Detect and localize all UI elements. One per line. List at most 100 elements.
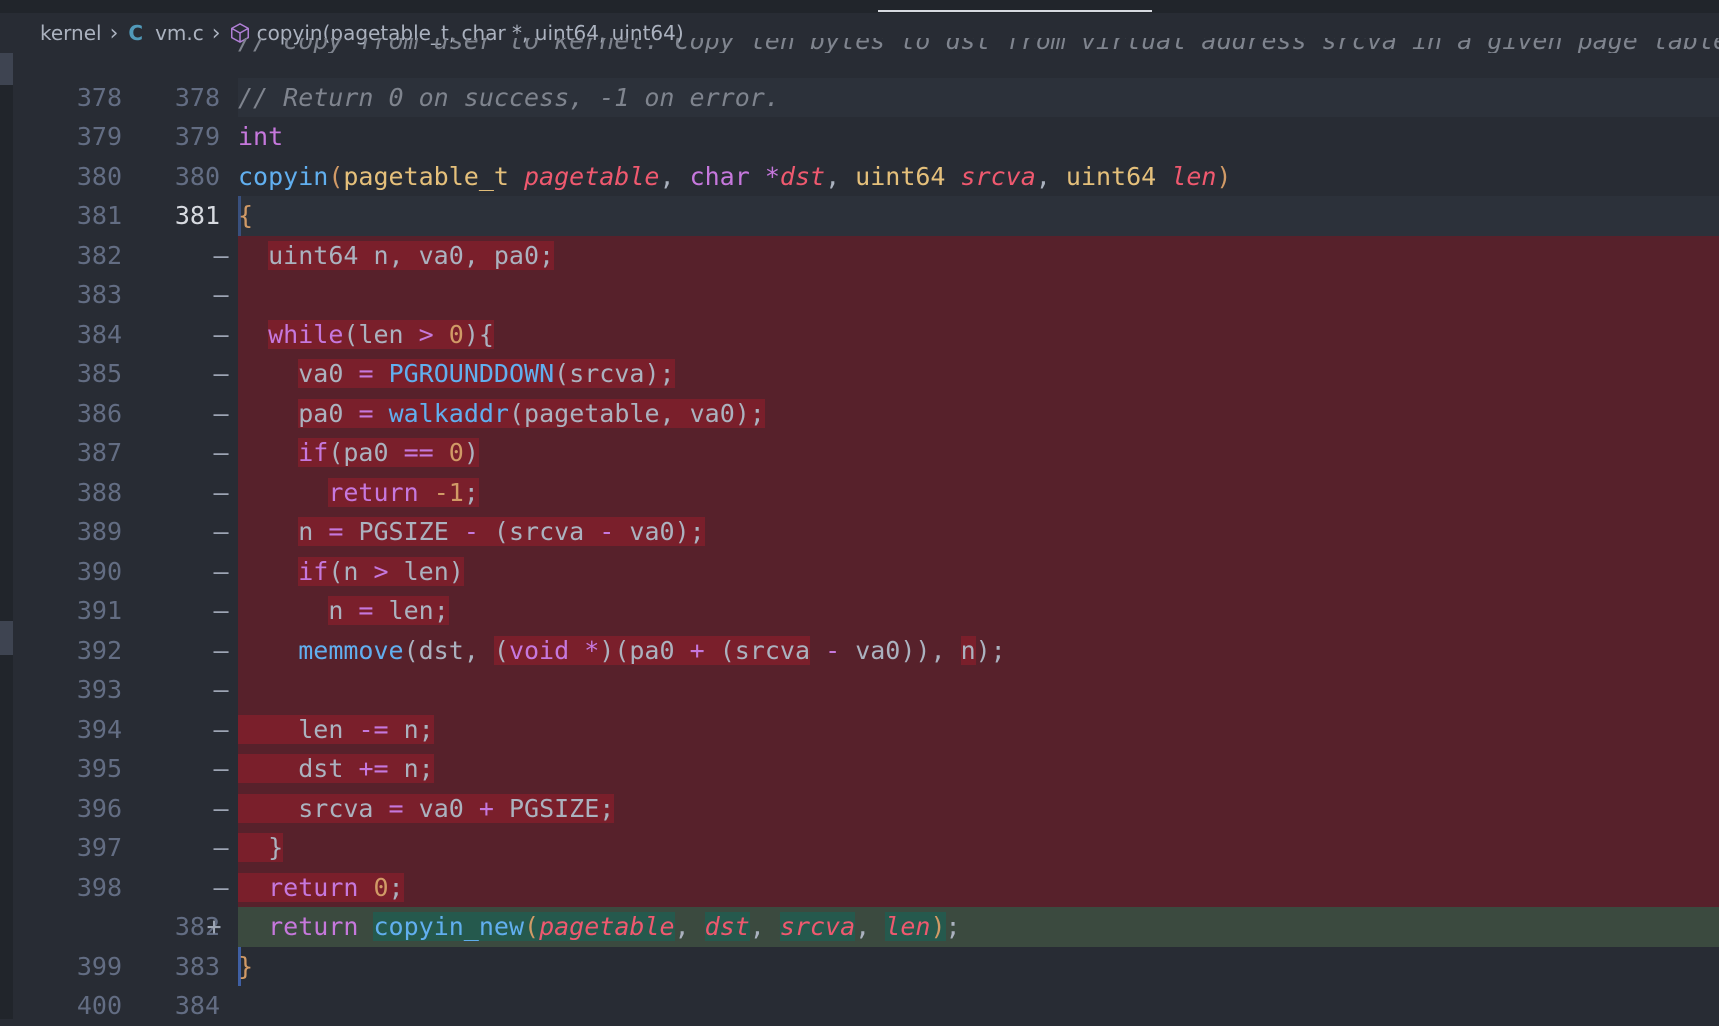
overview-ruler[interactable] — [0, 53, 13, 1019]
original-line-number: 378 — [76, 82, 122, 112]
code-content[interactable]: return 0; — [238, 867, 1719, 907]
deleted-line[interactable]: 391 — n = len; — [13, 591, 1719, 631]
code-token: , — [855, 912, 886, 941]
deleted-line[interactable]: 389 — n = PGSIZE - (srcva - va0); — [13, 512, 1719, 552]
deleted-line[interactable]: 392 — memmove(dst, (void *)(pa0 + (srcva … — [13, 630, 1719, 670]
code-content[interactable]: } — [238, 828, 1719, 868]
code-token: , — [659, 161, 690, 191]
code-token: len — [885, 912, 931, 941]
deleted-line[interactable]: 384 — while(len > 0){ — [13, 314, 1719, 354]
code-content[interactable]: pa0 = walkaddr(pagetable, va0); — [238, 393, 1719, 433]
code-token: (dst, — [403, 635, 494, 665]
code-token: while — [268, 319, 344, 349]
deletion-marker: — — [213, 872, 229, 902]
code-token: srcva — [298, 793, 389, 823]
code-content[interactable]: memmove(dst, (void *)(pa0 + (srcva - va0… — [238, 630, 1719, 670]
original-line-number: 394 — [76, 714, 122, 744]
bracket-match-indicator — [238, 946, 241, 986]
code-content[interactable] — [238, 275, 1719, 315]
original-line-number — [13, 38, 122, 78]
code-token: srcva — [779, 912, 856, 941]
code-token: memmove — [298, 635, 404, 665]
original-line-number: 387 — [76, 438, 122, 467]
code-line[interactable]: 399 383} — [13, 946, 1719, 987]
original-line-number: 388 — [76, 477, 122, 507]
code-token — [433, 319, 449, 349]
original-line-number: 393 — [76, 675, 122, 704]
code-content[interactable]: dst += n; — [238, 749, 1719, 789]
code-line[interactable]: 400 384 — [13, 986, 1719, 1026]
code-content[interactable]: { — [238, 196, 1719, 236]
code-content[interactable]: return copyin_new(pagetable, dst, srcva,… — [238, 907, 1719, 947]
code-line[interactable]: 380 380 copyin(pagetable_t pagetable, char… — [13, 157, 1719, 197]
original-line-number: 390 — [76, 556, 122, 586]
code-content[interactable]: srcva = va0 + PGSIZE; — [238, 788, 1719, 828]
deleted-line[interactable]: 396 — srcva = va0 + PGSIZE; — [13, 788, 1719, 828]
code-content[interactable] — [238, 670, 1719, 710]
code-line[interactable]: // copy from user to kernel. Copy len by… — [13, 38, 1719, 78]
deleted-line[interactable]: 388 — return -1; — [13, 472, 1719, 512]
code-token: ( — [493, 635, 509, 665]
code-content[interactable]: len -= n; — [238, 709, 1719, 749]
deletion-marker: — — [213, 754, 229, 783]
deleted-line[interactable]: 382 — uint64 n, va0, pa0; — [13, 235, 1719, 275]
deletion-marker: — — [213, 359, 229, 388]
scroll-marker — [0, 53, 13, 85]
active-tab-indicator — [878, 10, 1152, 12]
code-token: * — [764, 161, 780, 191]
code-token: - — [599, 517, 615, 546]
code-line[interactable]: 381 381 { — [13, 196, 1719, 236]
code-token: (srcva — [478, 517, 600, 546]
code-token: // copy from user to kernel. Copy len by… — [238, 38, 1719, 53]
original-line-number: 397 — [76, 833, 122, 862]
code-content[interactable] — [238, 986, 1719, 1026]
diff-editor[interactable]: // copy from user to kernel. Copy len by… — [13, 38, 1719, 1020]
original-line-number: 400 — [76, 991, 122, 1020]
code-content[interactable]: copyin(pagetable_t pagetable, char *dst,… — [238, 157, 1719, 197]
code-token: pagetable — [524, 161, 660, 191]
code-content[interactable]: n = len; — [238, 591, 1719, 631]
code-content[interactable]: n = PGSIZE - (srcva - va0); — [238, 512, 1719, 552]
deleted-line[interactable]: 398 — return 0; — [13, 867, 1719, 907]
code-content[interactable]: uint64 n, va0, pa0; — [238, 235, 1719, 275]
code-content[interactable]: va0 = PGROUNDDOWN(srcva); — [238, 354, 1719, 394]
deleted-line[interactable]: 383 — — [13, 275, 1719, 315]
code-token: (n — [328, 556, 374, 586]
original-line-number: 395 — [76, 754, 122, 783]
deleted-line[interactable]: 387 — if(pa0 == 0) — [13, 433, 1719, 473]
code-content[interactable]: int — [238, 117, 1719, 157]
code-token: -= — [358, 714, 389, 744]
original-line-number: 380 — [76, 161, 122, 191]
deleted-line[interactable]: 390 — if(n > len) — [13, 551, 1719, 591]
code-content[interactable]: // Return 0 on success, -1 on error. — [238, 77, 1719, 117]
deleted-line[interactable]: 385 — va0 = PGROUNDDOWN(srcva); — [13, 354, 1719, 394]
code-token: va0); — [614, 517, 705, 546]
inserted-line[interactable]: 382 + return copyin_new(pagetable, dst, s… — [13, 907, 1719, 947]
code-token: return — [268, 872, 359, 902]
deleted-line[interactable]: 394 — len -= n; — [13, 709, 1719, 749]
deleted-line[interactable]: 397 — } — [13, 828, 1719, 868]
code-line[interactable]: 379 379 int — [13, 117, 1719, 157]
code-content[interactable]: // copy from user to kernel. Copy len by… — [238, 38, 1719, 53]
code-line[interactable]: 378 378 // Return 0 on success, -1 on erro… — [13, 77, 1719, 117]
code-content[interactable]: return -1; — [238, 472, 1719, 512]
code-content[interactable]: if(pa0 == 0) — [238, 433, 1719, 473]
code-token — [238, 714, 299, 744]
code-token: ) — [1216, 161, 1232, 191]
code-content[interactable]: } — [238, 947, 1719, 987]
deleted-line[interactable]: 395 — dst += n; — [13, 749, 1719, 789]
code-token: n; — [388, 754, 434, 783]
code-content[interactable]: while(len > 0){ — [238, 314, 1719, 354]
code-token: return — [268, 912, 359, 941]
code-token: dst — [704, 912, 750, 941]
deleted-line[interactable]: 393 — — [13, 670, 1719, 710]
code-token: - — [825, 635, 841, 665]
code-content[interactable]: if(n > len) — [238, 551, 1719, 591]
modified-line-number: 384 — [174, 991, 220, 1020]
code-token: -1 — [433, 477, 464, 507]
deletion-marker: — — [213, 833, 229, 862]
deleted-line[interactable]: 386 — pa0 = walkaddr(pagetable, va0); — [13, 393, 1719, 433]
modified-line-number: 383 — [174, 951, 220, 981]
deletion-marker: — — [213, 477, 229, 507]
